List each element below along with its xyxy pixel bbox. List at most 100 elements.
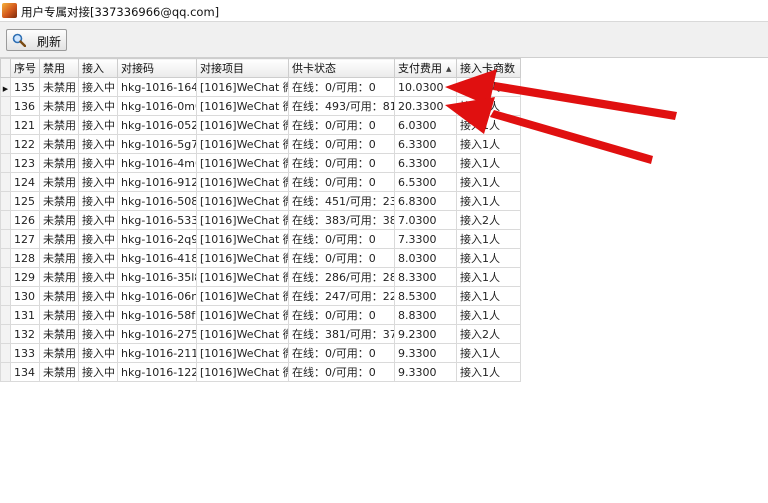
cell-project[interactable]: [1016]WeChat 微信 xyxy=(196,77,289,97)
cell-seq[interactable]: 136 xyxy=(10,96,40,116)
cell-project[interactable]: [1016]WeChat 微信 xyxy=(196,248,289,268)
row-header[interactable]: ▶ xyxy=(0,77,11,97)
row-header[interactable] xyxy=(0,191,11,211)
cell-access[interactable]: 接入中 xyxy=(78,210,118,230)
table-row[interactable]: 125未禁用接入中hkg-1016-50856[1016]WeChat 微信在线… xyxy=(0,191,521,211)
cell-disabled[interactable]: 未禁用 xyxy=(39,115,79,135)
cell-access[interactable]: 接入中 xyxy=(78,248,118,268)
cell-card-status[interactable]: 在线：493/可用：81 xyxy=(288,96,395,116)
cell-fee[interactable]: 9.2300 xyxy=(394,324,457,344)
cell-card-status[interactable]: 在线：383/可用：382 xyxy=(288,210,395,230)
cell-merchant-count[interactable]: 接入1人 xyxy=(456,191,521,211)
row-header[interactable] xyxy=(0,153,11,173)
cell-access[interactable]: 接入中 xyxy=(78,191,118,211)
cell-seq[interactable]: 129 xyxy=(10,267,40,287)
cell-seq[interactable]: 134 xyxy=(10,362,40,382)
cell-access[interactable]: 接入中 xyxy=(78,172,118,192)
cell-card-status[interactable]: 在线：381/可用：378 xyxy=(288,324,395,344)
cell-disabled[interactable]: 未禁用 xyxy=(39,96,79,116)
cell-project[interactable]: [1016]WeChat 微信 xyxy=(196,96,289,116)
cell-fee[interactable]: 20.3300 xyxy=(394,96,457,116)
table-row[interactable]: 127未禁用接入中hkg-1016-2q970[1016]WeChat 微信在线… xyxy=(0,229,521,249)
cell-merchant-count[interactable]: 接入1人 xyxy=(456,153,521,173)
table-row[interactable]: 131未禁用接入中hkg-1016-58f90[1016]WeChat 微信在线… xyxy=(0,305,521,325)
column-header-disabled[interactable]: 禁用 xyxy=(39,58,79,78)
column-header-fee[interactable]: 支付费用 ▲ xyxy=(394,58,457,78)
cell-seq[interactable]: 131 xyxy=(10,305,40,325)
cell-code[interactable]: hkg-1016-06n78 xyxy=(117,286,197,306)
cell-disabled[interactable]: 未禁用 xyxy=(39,77,79,97)
cell-card-status[interactable]: 在线：0/可用：0 xyxy=(288,229,395,249)
row-header[interactable] xyxy=(0,305,11,325)
cell-disabled[interactable]: 未禁用 xyxy=(39,229,79,249)
cell-code[interactable]: hkg-1016-58f90 xyxy=(117,305,197,325)
table-row[interactable]: ▶135未禁用接入中hkg-1016-16453[1016]WeChat 微信在… xyxy=(0,77,521,97)
cell-card-status[interactable]: 在线：0/可用：0 xyxy=(288,153,395,173)
cell-code[interactable]: hkg-1016-53352 xyxy=(117,210,197,230)
cell-fee[interactable]: 9.3300 xyxy=(394,343,457,363)
cell-seq[interactable]: 124 xyxy=(10,172,40,192)
cell-access[interactable]: 接入中 xyxy=(78,134,118,154)
cell-disabled[interactable]: 未禁用 xyxy=(39,305,79,325)
cell-disabled[interactable]: 未禁用 xyxy=(39,248,79,268)
cell-card-status[interactable]: 在线：0/可用：0 xyxy=(288,305,395,325)
table-row[interactable]: 126未禁用接入中hkg-1016-53352[1016]WeChat 微信在线… xyxy=(0,210,521,230)
cell-code[interactable]: hkg-1016-27555 xyxy=(117,324,197,344)
cell-disabled[interactable]: 未禁用 xyxy=(39,362,79,382)
table-row[interactable]: 134未禁用接入中hkg-1016-122f3[1016]WeChat 微信在线… xyxy=(0,362,521,382)
cell-seq[interactable]: 130 xyxy=(10,286,40,306)
cell-fee[interactable]: 10.0300 xyxy=(394,77,457,97)
cell-seq[interactable]: 123 xyxy=(10,153,40,173)
cell-seq[interactable]: 132 xyxy=(10,324,40,344)
cell-merchant-count[interactable]: 接入1人 xyxy=(456,96,521,116)
table-row[interactable]: 136未禁用接入中hkg-1016-0m030[1016]WeChat 微信在线… xyxy=(0,96,521,116)
cell-code[interactable]: hkg-1016-91202 xyxy=(117,172,197,192)
cell-code[interactable]: hkg-1016-05215 xyxy=(117,115,197,135)
cell-merchant-count[interactable]: 接入1人 xyxy=(456,77,521,97)
row-header[interactable] xyxy=(0,134,11,154)
row-header[interactable] xyxy=(0,115,11,135)
cell-code[interactable]: hkg-1016-122f3 xyxy=(117,362,197,382)
row-header[interactable] xyxy=(0,229,11,249)
cell-merchant-count[interactable]: 接入1人 xyxy=(456,248,521,268)
cell-fee[interactable]: 6.3300 xyxy=(394,134,457,154)
cell-seq[interactable]: 135 xyxy=(10,77,40,97)
cell-fee[interactable]: 6.5300 xyxy=(394,172,457,192)
table-row[interactable]: 123未禁用接入中hkg-1016-4m610[1016]WeChat 微信在线… xyxy=(0,153,521,173)
cell-merchant-count[interactable]: 接入1人 xyxy=(456,286,521,306)
row-header[interactable] xyxy=(0,248,11,268)
cell-access[interactable]: 接入中 xyxy=(78,77,118,97)
column-header-access[interactable]: 接入 xyxy=(78,58,118,78)
table-row[interactable]: 129未禁用接入中hkg-1016-35l81[1016]WeChat 微信在线… xyxy=(0,267,521,287)
row-header[interactable] xyxy=(0,172,11,192)
cell-access[interactable]: 接入中 xyxy=(78,115,118,135)
cell-seq[interactable]: 126 xyxy=(10,210,40,230)
cell-card-status[interactable]: 在线：0/可用：0 xyxy=(288,77,395,97)
table-row[interactable]: 128未禁用接入中hkg-1016-418p6[1016]WeChat 微信在线… xyxy=(0,248,521,268)
cell-fee[interactable]: 6.8300 xyxy=(394,191,457,211)
cell-seq[interactable]: 128 xyxy=(10,248,40,268)
cell-seq[interactable]: 127 xyxy=(10,229,40,249)
table-row[interactable]: 121未禁用接入中hkg-1016-05215[1016]WeChat 微信在线… xyxy=(0,115,521,135)
cell-merchant-count[interactable]: 接入2人 xyxy=(456,324,521,344)
cell-access[interactable]: 接入中 xyxy=(78,96,118,116)
table-row[interactable]: 133未禁用接入中hkg-1016-2110p[1016]WeChat 微信在线… xyxy=(0,343,521,363)
cell-access[interactable]: 接入中 xyxy=(78,324,118,344)
column-header-project[interactable]: 对接项目 xyxy=(196,58,289,78)
cell-code[interactable]: hkg-1016-2q970 xyxy=(117,229,197,249)
cell-disabled[interactable]: 未禁用 xyxy=(39,153,79,173)
cell-access[interactable]: 接入中 xyxy=(78,305,118,325)
cell-merchant-count[interactable]: 接入1人 xyxy=(456,134,521,154)
cell-merchant-count[interactable]: 接入1人 xyxy=(456,229,521,249)
data-grid[interactable]: 序号 禁用 接入 对接码 对接项目 供卡状态 支付费用 ▲ 接入卡商数 ▶ 135 未… xyxy=(0,58,521,382)
column-header-seq[interactable]: 序号 xyxy=(10,58,40,78)
cell-merchant-count[interactable]: 接入1人 xyxy=(456,343,521,363)
cell-access[interactable]: 接入中 xyxy=(78,229,118,249)
cell-project[interactable]: [1016]WeChat 微信 xyxy=(196,343,289,363)
cell-code[interactable]: hkg-1016-35l81 xyxy=(117,267,197,287)
cell-project[interactable]: [1016]WeChat 微信 xyxy=(196,324,289,344)
cell-disabled[interactable]: 未禁用 xyxy=(39,267,79,287)
cell-card-status[interactable]: 在线：0/可用：0 xyxy=(288,343,395,363)
cell-fee[interactable]: 9.3300 xyxy=(394,362,457,382)
row-header[interactable] xyxy=(0,362,11,382)
